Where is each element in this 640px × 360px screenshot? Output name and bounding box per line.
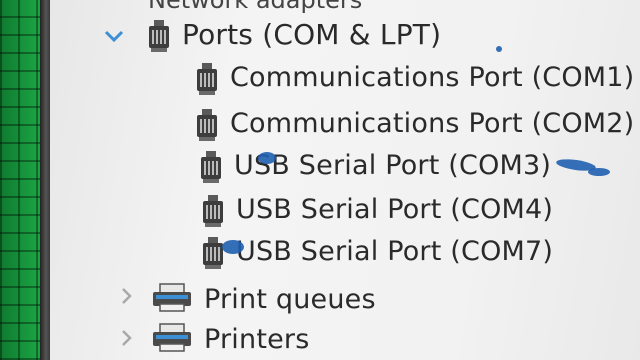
ink-mark [258, 152, 276, 164]
ink-mark [588, 168, 610, 176]
port-connector-icon [196, 62, 217, 95]
printer-icon [152, 322, 192, 356]
tree-item-com1[interactable]: Communications Port (COM1) [196, 62, 635, 95]
port-connector-icon [200, 150, 221, 183]
device-manager-tree: Network adapters Ports (COM & LPT) Commu… [50, 0, 640, 360]
tree-item-com3[interactable]: USB Serial Port (COM3) [200, 150, 552, 183]
category-label: Ports (COM & LPT) [182, 18, 442, 51]
port-connector-icon [202, 236, 223, 269]
chevron-down-icon[interactable] [104, 24, 124, 49]
tree-item-ports[interactable]: Ports (COM & LPT) [148, 18, 442, 52]
port-connector-icon [148, 19, 169, 52]
tree-item-network-adapters[interactable]: Network adapters [148, 0, 362, 14]
device-label: USB Serial Port (COM4) [236, 194, 554, 225]
tree-item-com4[interactable]: USB Serial Port (COM4) [202, 194, 554, 227]
category-label: Printers [204, 323, 310, 355]
port-connector-icon [202, 194, 223, 227]
device-label: USB Serial Port (COM3) [234, 150, 552, 181]
chevron-right-icon[interactable] [120, 286, 132, 310]
category-label: Print queues [204, 283, 376, 315]
device-label: Communications Port (COM2) [230, 108, 635, 139]
ink-mark [222, 240, 244, 254]
category-label: Network adapters [148, 0, 363, 14]
device-label: Communications Port (COM1) [230, 62, 635, 93]
tree-item-com2[interactable]: Communications Port (COM2) [196, 108, 635, 141]
tree-item-print-queues[interactable]: Print queues [152, 282, 376, 316]
device-label: USB Serial Port (COM7) [236, 236, 554, 267]
port-connector-icon [196, 108, 217, 141]
chevron-right-icon[interactable] [120, 328, 132, 352]
tree-item-printers[interactable]: Printers [152, 322, 310, 356]
printer-icon [152, 282, 192, 316]
tree-item-com7[interactable]: USB Serial Port (COM7) [202, 236, 554, 269]
ink-mark [496, 46, 502, 52]
